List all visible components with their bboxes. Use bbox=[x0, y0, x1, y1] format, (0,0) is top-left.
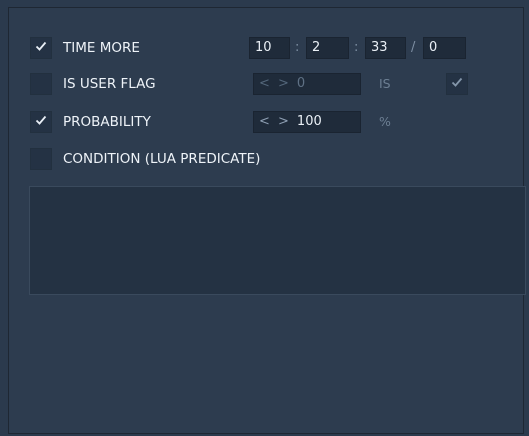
check-icon bbox=[35, 115, 47, 125]
percent-unit: % bbox=[379, 114, 391, 129]
user-flag-spinner[interactable]: < > 0 bbox=[253, 73, 361, 95]
probability-label: PROBABILITY bbox=[63, 114, 151, 130]
time-separator: : bbox=[354, 40, 359, 55]
check-icon bbox=[451, 77, 463, 87]
time-more-label: TIME MORE bbox=[63, 40, 140, 56]
time-more-checkbox[interactable] bbox=[30, 37, 52, 59]
probability-value: 100 bbox=[296, 114, 322, 129]
check-icon bbox=[35, 41, 47, 51]
seconds-field[interactable]: 33 bbox=[365, 37, 406, 59]
time-more-row: TIME MORE 10 : 2 : 33 / 0 bbox=[9, 36, 523, 60]
is-label: IS bbox=[379, 76, 391, 91]
probability-spinner[interactable]: < > 100 bbox=[253, 111, 361, 133]
is-user-flag-row: IS USER FLAG < > 0 IS bbox=[9, 72, 523, 96]
spinner-arrows-icon[interactable]: < > bbox=[259, 114, 291, 129]
probability-row: PROBABILITY < > 100 % bbox=[9, 110, 523, 134]
lua-predicate-editor[interactable] bbox=[29, 186, 526, 295]
is-value-checkbox[interactable] bbox=[446, 73, 468, 95]
time-separator: : bbox=[295, 40, 300, 55]
frame-separator: / bbox=[411, 40, 416, 55]
condition-panel: TIME MORE 10 : 2 : 33 / 0 IS USER FLAG <… bbox=[8, 7, 526, 434]
user-flag-value: 0 bbox=[296, 76, 306, 91]
condition-label: CONDITION (LUA PREDICATE) bbox=[63, 151, 261, 167]
condition-row: CONDITION (LUA PREDICATE) bbox=[9, 147, 523, 171]
is-user-flag-label: IS USER FLAG bbox=[63, 76, 156, 92]
probability-checkbox[interactable] bbox=[30, 111, 52, 133]
frames-field[interactable]: 0 bbox=[423, 37, 466, 59]
hours-field[interactable]: 10 bbox=[249, 37, 290, 59]
condition-checkbox[interactable] bbox=[30, 148, 52, 170]
spinner-arrows-icon[interactable]: < > bbox=[259, 76, 291, 91]
minutes-field[interactable]: 2 bbox=[306, 37, 349, 59]
is-user-flag-checkbox[interactable] bbox=[30, 73, 52, 95]
